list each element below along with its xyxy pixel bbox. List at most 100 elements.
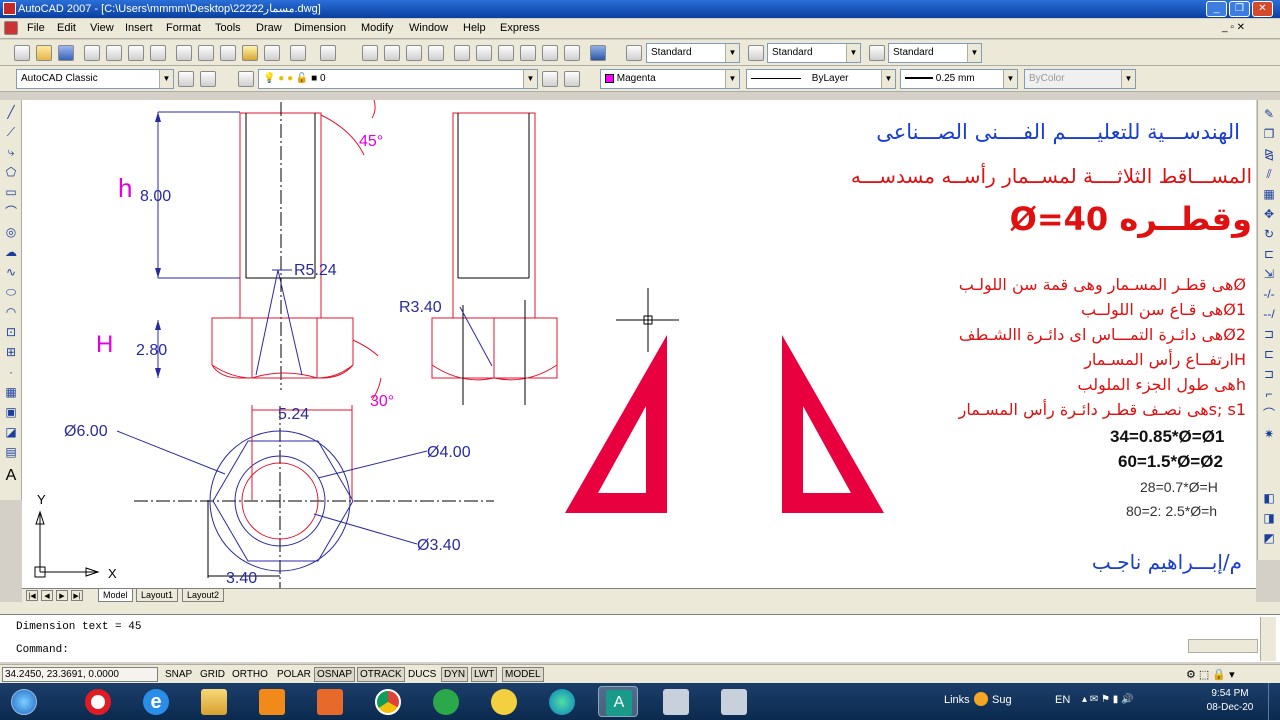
app2-taskbar-icon[interactable] [426,686,466,717]
move-icon[interactable]: ✥ [1261,206,1277,222]
autocad-app-icon[interactable] [3,2,16,15]
circle-icon[interactable]: ◎ [3,224,19,240]
scale-icon[interactable]: ⊏ [1261,246,1277,262]
new-icon[interactable] [14,45,30,61]
menu-window[interactable]: Window [409,22,448,34]
links-toolbar[interactable]: Links [944,694,970,706]
toggle-snap[interactable]: SNAP [162,667,195,682]
rectangle-icon[interactable]: ▭ [3,184,19,200]
toggle-osnap[interactable]: OSNAP [314,667,356,682]
layer-manager-icon[interactable] [238,71,254,87]
hatch-icon[interactable]: ▦ [3,384,19,400]
draw-order-icon[interactable]: ◧ [1261,490,1277,506]
table-style-select[interactable]: Standard ▼ [888,43,982,63]
trim-icon[interactable]: -/- [1261,286,1277,302]
freeze-icon[interactable]: ● [287,73,293,84]
start-button[interactable] [4,686,44,717]
extend-icon[interactable]: --/ [1261,306,1277,322]
point-icon[interactable]: · [3,364,19,380]
text-style-icon[interactable] [626,45,642,61]
3d-dwf-icon[interactable] [150,45,166,61]
command-hscroll[interactable] [1188,639,1258,653]
construction-line-icon[interactable]: ⟋ [3,124,19,140]
design-center-icon[interactable] [476,45,492,61]
offset-icon[interactable]: ⫽ [1261,166,1277,182]
menu-insert[interactable]: Insert [125,22,153,34]
tab-layout1[interactable]: Layout1 [136,589,179,602]
prev-tab-button[interactable]: ◀ [41,590,53,601]
menu-view[interactable]: View [90,22,114,34]
insert-block-icon[interactable]: ⊡ [3,324,19,340]
tab-model[interactable]: Model [98,589,133,602]
color-select[interactable]: Magenta ▼ [600,69,740,89]
help-icon[interactable] [590,45,606,61]
chamfer-icon[interactable]: ⌐ [1261,386,1277,402]
app5-taskbar-icon[interactable] [714,686,754,717]
polygon-icon[interactable]: ⬠ [3,164,19,180]
draw-order-front-icon[interactable]: ◨ [1261,510,1277,526]
explorer-taskbar-icon[interactable] [194,686,234,717]
next-tab-button[interactable]: ▶ [56,590,68,601]
command-prompt[interactable]: Command: [16,644,69,656]
cut-icon[interactable] [176,45,192,61]
copy-object-icon[interactable]: ❐ [1261,126,1277,142]
app3-taskbar-icon[interactable] [484,686,524,717]
sheet-set-icon[interactable] [520,45,536,61]
spline-icon[interactable]: ∿ [3,264,19,280]
table-icon[interactable]: ▤ [3,444,19,460]
menu-file[interactable]: File [27,22,45,34]
match-properties-icon[interactable] [242,45,258,61]
menu-tools[interactable]: Tools [215,22,241,34]
last-tab-button[interactable]: ▶| [71,590,83,601]
toggle-polar[interactable]: POLAR [274,667,314,682]
doc-window-controls[interactable]: _ ▫ ✕ [1222,22,1245,33]
zoom-realtime-icon[interactable] [384,45,400,61]
revision-cloud-icon[interactable]: ☁ [3,244,19,260]
app4-taskbar-icon[interactable] [656,686,696,717]
chrome-taskbar-icon[interactable] [368,686,408,717]
tab-layout2[interactable]: Layout2 [182,589,225,602]
search-suggest-icon[interactable] [974,692,988,706]
undo-icon[interactable] [290,45,306,61]
ellipse-arc-icon[interactable]: ◠ [3,304,19,320]
lineweight-select[interactable]: 0.25 mm ▼ [900,69,1018,89]
table-style-icon[interactable] [869,45,885,61]
join-icon[interactable]: ⊐ [1261,366,1277,382]
zoom-previous-icon[interactable] [428,45,444,61]
ellipse-icon[interactable]: ⬭ [3,284,19,300]
restore-button[interactable]: ❐ [1229,1,1250,17]
show-desktop-button[interactable] [1268,683,1280,720]
language-indicator[interactable]: EN [1055,694,1070,706]
break-icon[interactable]: ⊏ [1261,346,1277,362]
sun-icon[interactable]: ● [278,73,284,84]
linetype-select[interactable]: ByLayer ▼ [746,69,896,89]
coordinate-display[interactable]: 34.2450, 23.3691, 0.0000 [2,667,158,682]
layer-select[interactable]: 💡 ● ● 🔓 ■ 0 ▼ [258,69,538,89]
plot-preview-icon[interactable] [106,45,122,61]
redo-icon[interactable] [320,45,336,61]
app-taskbar-icon[interactable] [310,686,350,717]
array-icon[interactable]: ▦ [1261,186,1277,202]
menu-modify[interactable]: Modify [361,22,393,34]
tool-palettes-icon[interactable] [498,45,514,61]
status-tray-icons[interactable]: ⚙ ⬚ 🔒 ▾ [1186,668,1235,681]
toggle-model[interactable]: MODEL [502,667,544,682]
open-icon[interactable] [36,45,52,61]
menu-format[interactable]: Format [166,22,201,34]
clock[interactable]: 9:54 PM 08-Dec-20 [1200,687,1260,715]
line-icon[interactable]: ╱ [3,104,19,120]
break-point-icon[interactable]: ⊐ [1261,326,1277,342]
arc-icon[interactable]: ⌒ [3,204,19,220]
menu-express[interactable]: Express [500,22,540,34]
zoom-window-icon[interactable] [406,45,422,61]
menu-help[interactable]: Help [463,22,486,34]
workspace-select[interactable]: AutoCAD Classic ▼ [16,69,174,89]
opera-taskbar-icon[interactable] [78,686,118,717]
copy-icon[interactable] [198,45,214,61]
toggle-grid[interactable]: GRID [197,667,228,682]
mirror-icon[interactable]: ⧎ [1261,146,1277,162]
media-player-taskbar-icon[interactable] [252,686,292,717]
tray-icons[interactable]: ▴ ✉ ⚑ ▮ 🔊 [1082,694,1133,705]
menu-dimension[interactable]: Dimension [294,22,346,34]
save-icon[interactable] [58,45,74,61]
